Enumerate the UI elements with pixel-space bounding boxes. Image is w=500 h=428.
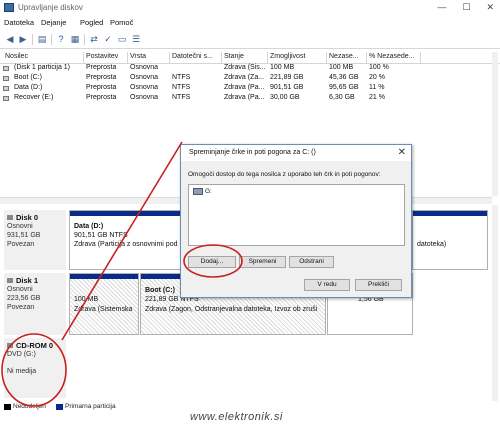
annotation-line bbox=[61, 141, 183, 341]
annotation-circle-cdrom bbox=[1, 333, 67, 407]
watermark-text: www.elektronik.si bbox=[190, 411, 283, 423]
annotation-circle-add bbox=[183, 244, 243, 278]
annotation-overlay bbox=[1, 141, 243, 407]
